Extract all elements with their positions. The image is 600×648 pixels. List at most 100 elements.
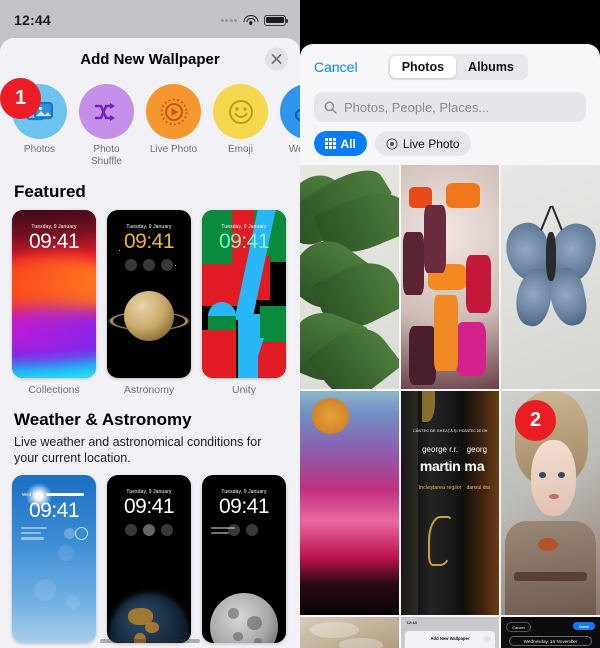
wallpaper-preview: Tuesday, 9 January 09:41 (12, 210, 96, 378)
tab-photos[interactable]: Photos (389, 56, 457, 78)
add-wallpaper-sheet: Add New Wallpaper Photos Photo Shuffle L… (0, 38, 300, 648)
preview-time: 09:41 (123, 495, 175, 518)
book-author-label: georg (466, 444, 488, 454)
chip-label: Live Photo (402, 136, 460, 151)
wallpaper-preview: 09:41 Wed 15 (12, 475, 96, 643)
preview-time: 09:41 (123, 230, 175, 253)
photo-thumbnail-books[interactable]: CÂNTEC DE GHEAŢĂ ŞI FOC george r.r. mart… (400, 391, 500, 615)
preview-widgets (107, 259, 191, 271)
book-title-label: încleştarea regilor (418, 485, 462, 492)
photo-thumbnail-lockscreen-screenshot[interactable]: Cancel Done Wednesday, 15 November 10:24 (501, 617, 600, 648)
status-bar-time: 12:44 (14, 12, 51, 28)
wallpaper-moon[interactable]: Tuesday, 9 January 09:41 Moon (202, 475, 286, 648)
preview-widgets (107, 524, 191, 536)
left-phone-panel: 12:44 Add New Wallpaper Photos Photo Shu… (0, 0, 300, 648)
filter-chip-live-photo[interactable]: Live Photo (374, 131, 471, 156)
close-icon (271, 54, 282, 64)
status-bar: 12:44 (0, 0, 300, 40)
photo-picker-sheet: Cancel Photos Albums Photos, People, Pla… (300, 44, 600, 648)
category-live-photo[interactable]: Live Photo (146, 84, 201, 168)
screenshot-stage: 12:44 Add New Wallpaper Photos Photo Shu… (0, 0, 600, 648)
weather-astronomy-row: 09:41 Wed 15 Weather (12, 475, 288, 648)
category-weather[interactable]: Weather (280, 84, 300, 168)
photo-thumbnail-butterfly[interactable] (501, 165, 600, 389)
weather-astronomy-section: Weather & Astronomy Live weather and ast… (0, 410, 300, 648)
wallpaper-collections[interactable]: Tuesday, 9 January 09:41 Collections (12, 210, 96, 396)
annotation-badge-1: 1 (0, 78, 41, 119)
chip-label: All (340, 136, 356, 151)
emoji-icon (213, 84, 268, 139)
battery-icon (264, 14, 289, 26)
wallpaper-weather[interactable]: 09:41 Wed 15 Weather (12, 475, 96, 648)
book-series-label: CÂNTEC DE GH (461, 429, 488, 434)
book-author-bold-label: martin (419, 458, 461, 475)
wallpaper-label: Astronomy (123, 384, 175, 396)
featured-section: Featured Tuesday, 9 January 09:41 Collec… (0, 182, 300, 396)
preview-time: 09:41 (218, 495, 270, 518)
wallpaper-preview: Tuesday, 9 January 09:41 (202, 475, 286, 643)
preview-lines (21, 527, 47, 540)
page-title: Add New Wallpaper (80, 50, 220, 68)
right-phone-panel: Cancel Photos Albums Photos, People, Pla… (300, 0, 600, 648)
picker-header: Cancel Photos Albums (300, 44, 600, 84)
category-label: Emoji (227, 144, 253, 155)
preview-gauge (75, 527, 88, 540)
shot-sheet-title: Add New Wallpaper (430, 636, 470, 642)
book-title-label: dansul dra (466, 485, 490, 492)
weather-astronomy-title: Weather & Astronomy (14, 410, 192, 429)
annotation-badge-2: 2 (515, 400, 556, 441)
category-photo-shuffle[interactable]: Photo Shuffle (79, 84, 134, 168)
preview-date: Wed 15 (22, 492, 38, 497)
category-emoji[interactable]: Emoji (213, 84, 268, 168)
shot-cancel-label: Cancel (506, 622, 531, 633)
shot-close-icon (483, 635, 490, 642)
wallpaper-astronomy[interactable]: Tuesday, 9 January 09:41 Astronomy (107, 210, 191, 396)
photo-thumbnail-sunset-painting[interactable] (300, 391, 399, 615)
preview-time: 09:41 (28, 230, 80, 253)
grid-icon (325, 138, 336, 149)
category-label: Photos (23, 144, 56, 155)
filter-chip-row: All Live Photo (300, 122, 600, 165)
sheet-header: Add New Wallpaper (0, 38, 300, 80)
preview-time: 09:41 (218, 230, 270, 253)
book-series-label: CÂNTEC DE GHEAŢĂ ŞI FOC (413, 429, 468, 434)
book-ornament (421, 391, 435, 423)
wallpaper-category-row: Photos Photo Shuffle Live Photo Emoji W (0, 80, 300, 168)
cancel-button[interactable]: Cancel (314, 59, 358, 75)
wifi-icon (243, 14, 258, 26)
photo-thumbnail-green-plant[interactable] (300, 165, 399, 389)
wallpaper-unity[interactable]: Tuesday, 9 January 09:41 Unity (202, 210, 286, 396)
book-author-bold-label: ma (464, 458, 485, 475)
signal-dots-icon (220, 18, 237, 22)
search-icon (324, 101, 337, 114)
category-label: Weather (288, 144, 300, 155)
filter-chip-all[interactable]: All (314, 131, 367, 156)
close-button[interactable] (265, 47, 288, 71)
category-label: Live Photo (149, 144, 198, 155)
shuffle-icon (79, 84, 134, 139)
preview-time: 09:41 (28, 499, 80, 522)
home-indicator (100, 639, 200, 643)
featured-wallpaper-row: Tuesday, 9 January 09:41 Collections Tue… (12, 210, 288, 396)
wallpaper-preview: Tuesday, 9 January 09:41 (202, 210, 286, 378)
weather-astronomy-subtitle: Live weather and astronomical conditions… (14, 435, 262, 465)
status-bar-indicators (220, 14, 289, 26)
wallpaper-earth[interactable]: Tuesday, 9 January 09:41 Earth (107, 475, 191, 648)
tab-albums[interactable]: Albums (456, 56, 526, 78)
book-author-label: george r.r. (422, 444, 459, 454)
live-photo-icon (386, 137, 398, 150)
wallpaper-label: Unity (232, 384, 256, 396)
photo-thumbnail-bottles[interactable] (400, 165, 500, 389)
live-photo-icon (146, 84, 201, 139)
wallpaper-preview: Tuesday, 9 January 09:41 (107, 475, 191, 643)
featured-title: Featured (14, 182, 86, 201)
category-label: Photo Shuffle (91, 144, 122, 167)
search-input[interactable]: Photos, People, Places... (314, 92, 586, 122)
photos-albums-segmented-control[interactable]: Photos Albums (387, 54, 528, 80)
photo-thumbnail-wallpaper-screenshot[interactable]: 12:44 Add New Wallpaper (400, 617, 500, 648)
preview-widgets (228, 524, 258, 536)
shot-date-label: Wednesday, 15 November (509, 636, 593, 647)
shot-status-time: 12:44 (406, 620, 417, 626)
photo-thumbnail-blonde-hair[interactable] (300, 617, 399, 648)
shot-done-label: Done (573, 622, 596, 631)
